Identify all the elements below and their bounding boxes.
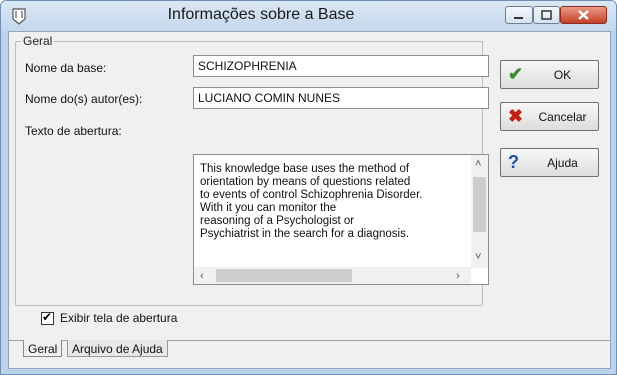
question-icon: ? xyxy=(508,152,519,172)
general-group: Geral Nome da base: SCHIZOPHRENIA Nome d… xyxy=(15,34,489,325)
scroll-right-icon[interactable]: › xyxy=(456,270,460,282)
check-icon: ✔ xyxy=(508,64,524,84)
vertical-scroll-thumb[interactable] xyxy=(473,177,486,232)
scroll-up-icon[interactable]: ˄ xyxy=(475,158,481,170)
minimize-button[interactable] xyxy=(505,6,533,24)
maximize-icon xyxy=(541,10,552,20)
vertical-scrollbar[interactable]: ˄ ˅ xyxy=(471,155,488,268)
base-name-field[interactable]: SCHIZOPHRENIA xyxy=(193,55,489,77)
base-name-label: Nome da base: xyxy=(25,61,107,75)
authors-label: Nome do(s) autor(es): xyxy=(25,92,143,106)
checkmark-icon: ✔ xyxy=(42,310,53,324)
dialog-body: Geral Nome da base: SCHIZOPHRENIA Nome d… xyxy=(8,31,611,369)
title-bar[interactable]: Informações sobre a Base xyxy=(1,1,616,31)
close-icon xyxy=(578,10,589,20)
opening-text-label: Texto de abertura: xyxy=(25,124,122,138)
close-button[interactable] xyxy=(560,6,607,24)
authors-field[interactable]: LUCIANO COMIN NUNES xyxy=(193,87,489,109)
opening-text-area[interactable]: This knowledge base uses the method of o… xyxy=(193,154,489,285)
show-opening-label[interactable]: Exibir tela de abertura xyxy=(60,311,177,325)
opening-text: This knowledge base uses the method of o… xyxy=(200,163,423,240)
scroll-down-icon[interactable]: ˅ xyxy=(475,251,481,263)
cancel-button-label: Cancelar xyxy=(538,110,587,124)
window-title: Informações sobre a Base xyxy=(167,6,355,23)
tab-arquivo-de-ajuda[interactable]: Arquivo de Ajuda xyxy=(67,340,168,357)
cancel-button[interactable]: ✖ Cancelar xyxy=(500,102,599,131)
ok-button-label: OK xyxy=(553,68,572,82)
horizontal-scroll-thumb[interactable] xyxy=(216,269,352,282)
x-icon: ✖ xyxy=(508,106,524,126)
dialog-window: Informações sobre a Base Geral Nome da b… xyxy=(0,0,617,375)
maximize-button[interactable] xyxy=(533,6,560,24)
show-opening-checkbox[interactable]: ✔ xyxy=(41,310,54,325)
horizontal-scrollbar[interactable]: ‹ › xyxy=(194,267,471,284)
minimize-icon xyxy=(514,17,523,19)
help-button-label: Ajuda xyxy=(547,156,578,170)
help-button[interactable]: ? Ajuda xyxy=(500,148,599,177)
ok-button[interactable]: ✔ OK xyxy=(500,60,599,89)
scroll-left-icon[interactable]: ‹ xyxy=(200,270,204,282)
group-legend: Geral xyxy=(21,34,55,48)
tab-geral[interactable]: Geral xyxy=(23,340,63,357)
